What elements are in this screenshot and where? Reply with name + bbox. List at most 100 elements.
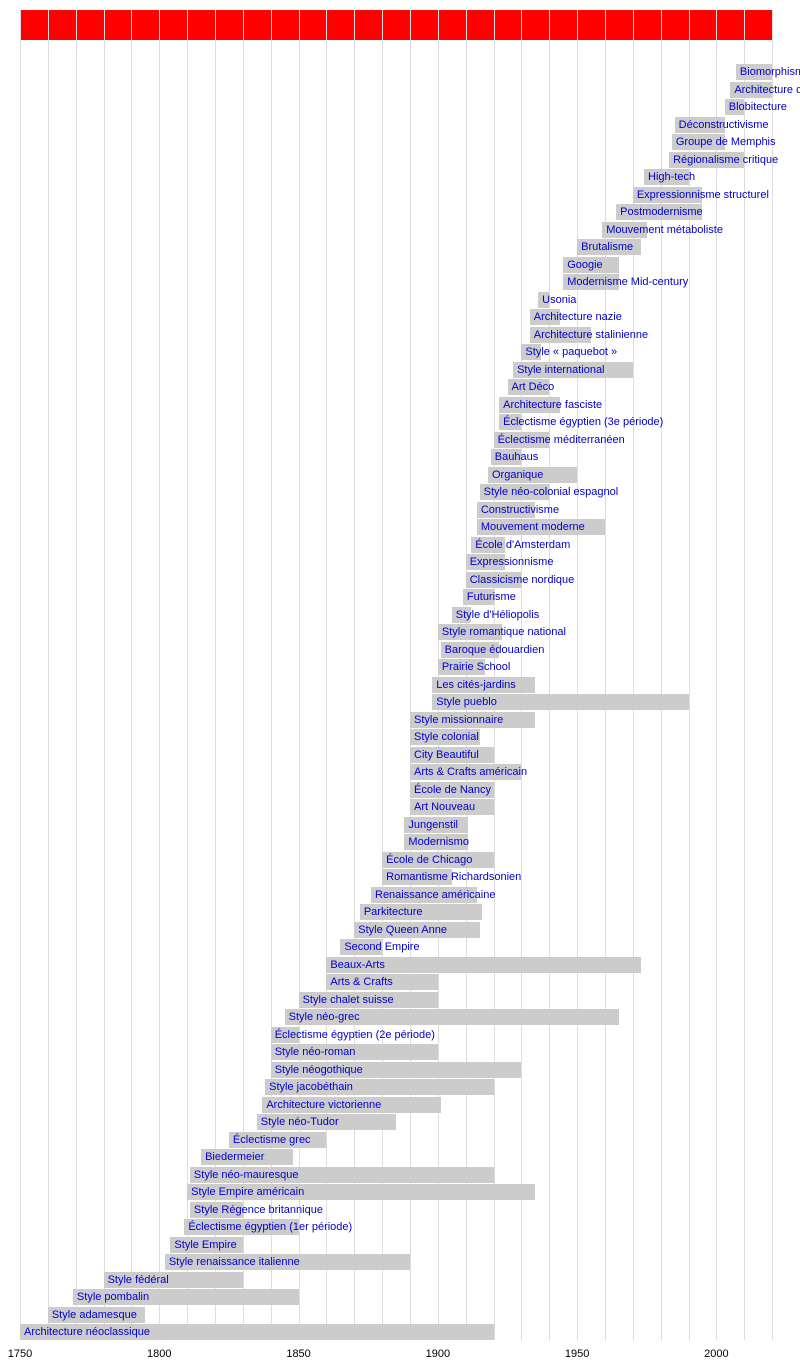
timeline-bar-label[interactable]: Régionalisme critique xyxy=(669,154,778,166)
timeline-bar-label[interactable]: Blobitecture xyxy=(725,101,787,113)
timeline-bar-label[interactable]: Futurisme xyxy=(463,591,516,603)
timeline-bar: Mouvement métaboliste xyxy=(602,222,647,238)
timeline-bar: Éclectisme égyptien (3e période) xyxy=(499,414,521,430)
timeline-bar-label[interactable]: Art Nouveau xyxy=(410,801,475,813)
timeline-bar-label[interactable]: Jungenstil xyxy=(404,819,458,831)
timeline-bar-label[interactable]: Biedermeier xyxy=(201,1151,264,1163)
timeline-bar-label[interactable]: Constructivisme xyxy=(477,504,559,516)
timeline-bar-label[interactable]: Éclectisme égyptien (2e période) xyxy=(271,1029,435,1041)
timeline-bar: Bauhaus xyxy=(491,449,522,465)
timeline-bar-label[interactable]: Style néo-grec xyxy=(285,1011,360,1023)
timeline-bar-label[interactable]: Groupe de Memphis xyxy=(672,136,776,148)
timeline-bar-label[interactable]: Arts & Crafts xyxy=(326,976,392,988)
timeline-bar: High-tech xyxy=(644,169,689,185)
timeline-bar-label[interactable]: Style renaissance italienne xyxy=(165,1256,300,1268)
gridline xyxy=(466,10,467,1340)
timeline-bar: Style Empire américain xyxy=(187,1184,535,1200)
timeline-bar-label[interactable]: École de Chicago xyxy=(382,854,472,866)
timeline-bar-label[interactable]: Art Déco xyxy=(508,381,555,393)
header-bar xyxy=(20,10,772,40)
timeline-bar-label[interactable]: Style pombalin xyxy=(73,1291,149,1303)
timeline-bar-label[interactable]: Style pueblo xyxy=(432,696,497,708)
timeline-bar-label[interactable]: Style international xyxy=(513,364,604,376)
timeline-bar: Style d'Héliopolis xyxy=(452,607,472,623)
timeline-bar-label[interactable]: Style colonial xyxy=(410,731,479,743)
gridline xyxy=(716,10,717,1340)
timeline-bar-label[interactable]: Classicisme nordique xyxy=(466,574,575,586)
timeline-bar-label[interactable]: Style néo-mauresque xyxy=(190,1169,299,1181)
timeline-bar-label[interactable]: Modernismo xyxy=(404,836,469,848)
timeline-bar: Brutalisme xyxy=(577,239,641,255)
timeline-bar: Style néo-roman xyxy=(271,1044,438,1060)
timeline-bar-label[interactable]: Style néo-colonial espagnol xyxy=(480,486,619,498)
timeline-bar-label[interactable]: Postmodernisme xyxy=(616,206,703,218)
gridline xyxy=(20,10,21,1340)
timeline-bar-label[interactable]: Beaux-Arts xyxy=(326,959,384,971)
timeline-bar: Postmodernisme xyxy=(616,204,702,220)
timeline-bar-label[interactable]: Style « paquebot » xyxy=(521,346,617,358)
timeline-bar: Style néogothique xyxy=(271,1062,522,1078)
timeline-bar-label[interactable]: Romantisme Richardsonien xyxy=(382,871,521,883)
timeline-bar-label[interactable]: Expressionnisme xyxy=(466,556,554,568)
timeline-bar-label[interactable]: Bauhaus xyxy=(491,451,538,463)
timeline-bar-label[interactable]: Brutalisme xyxy=(577,241,633,253)
timeline-bar-label[interactable]: Style néogothique xyxy=(271,1064,363,1076)
timeline-bar-label[interactable]: Style Empire xyxy=(170,1239,236,1251)
timeline-bar-label[interactable]: Éclectisme égyptien (3e période) xyxy=(499,416,663,428)
timeline-bar-label[interactable]: École de Nancy xyxy=(410,784,491,796)
timeline-bar-label[interactable]: Style Régence britannique xyxy=(190,1204,323,1216)
timeline-bar-label[interactable]: Second Empire xyxy=(340,941,419,953)
timeline-bar-label[interactable]: Style Empire américain xyxy=(187,1186,304,1198)
timeline-bar-label[interactable]: Mouvement moderne xyxy=(477,521,585,533)
gridline xyxy=(104,10,105,1340)
timeline-bar-label[interactable]: Style Queen Anne xyxy=(354,924,447,936)
timeline-bar: Architecture stalinienne xyxy=(530,327,591,343)
timeline-bar-label[interactable]: Mouvement métaboliste xyxy=(602,224,723,236)
timeline-bar-label[interactable]: Architecture fasciste xyxy=(499,399,602,411)
timeline-bar-label[interactable]: Architecture victorienne xyxy=(262,1099,381,1111)
timeline-bar-label[interactable]: Style jacobéthain xyxy=(265,1081,353,1093)
timeline-bar: Futurisme xyxy=(463,589,494,605)
timeline-bar-label[interactable]: Déconstructivisme xyxy=(675,119,769,131)
timeline-bar: Architecture néoclassique xyxy=(20,1324,494,1340)
timeline-bar-label[interactable]: Usonia xyxy=(538,294,576,306)
timeline-bar-label[interactable]: Arts & Crafts américain xyxy=(410,766,527,778)
timeline-bar-label[interactable]: Style fédéral xyxy=(104,1274,169,1286)
x-axis-tick-label: 1850 xyxy=(286,1348,310,1360)
timeline-bar-label[interactable]: Style néo-roman xyxy=(271,1046,356,1058)
timeline-bar-label[interactable]: Éclectisme méditerranéen xyxy=(494,434,625,446)
timeline-bar-label[interactable]: Architecture stalinienne xyxy=(530,329,648,341)
timeline-bar-label[interactable]: Style missionnaire xyxy=(410,714,503,726)
timeline-bar: Blobitecture xyxy=(725,99,745,115)
timeline-bar-label[interactable]: Parkitecture xyxy=(360,906,423,918)
timeline-bar-label[interactable]: Style adamesque xyxy=(48,1309,137,1321)
gridline xyxy=(48,10,49,1340)
x-axis-tick-label: 1800 xyxy=(147,1348,171,1360)
timeline-bar-label[interactable]: Baroque édouardien xyxy=(441,644,545,656)
timeline-bar-label[interactable]: Architecture nazie xyxy=(530,311,622,323)
timeline-bar-label[interactable]: Prairie School xyxy=(438,661,510,673)
timeline-bar: Architecture fasciste xyxy=(499,397,560,413)
gridline xyxy=(577,10,578,1340)
timeline-bar-label[interactable]: Googie xyxy=(563,259,602,271)
timeline-bar-label[interactable]: École d'Amsterdam xyxy=(471,539,570,551)
timeline-bar: Style néo-grec xyxy=(285,1009,619,1025)
timeline-bar-label[interactable]: Organique xyxy=(488,469,543,481)
timeline-bar-label[interactable]: Modernisme Mid-century xyxy=(563,276,688,288)
timeline-bar-label[interactable]: High-tech xyxy=(644,171,695,183)
timeline-bar-label[interactable]: Style chalet suisse xyxy=(299,994,394,1006)
timeline-bar: École d'Amsterdam xyxy=(471,537,504,553)
timeline-bar-label[interactable]: Expressionnisme structurel xyxy=(633,189,769,201)
timeline-bar-label[interactable]: Style d'Héliopolis xyxy=(452,609,539,621)
timeline-bar-label[interactable]: Éclectisme égyptien (1er période) xyxy=(184,1221,352,1233)
timeline-bar-label[interactable]: Renaissance américaine xyxy=(371,889,495,901)
timeline-bar-label[interactable]: Biomorphisme xyxy=(736,66,800,78)
timeline-bar-label[interactable]: Architecture néoclassique xyxy=(20,1326,150,1338)
timeline-bar-label[interactable]: City Beautiful xyxy=(410,749,479,761)
gridline xyxy=(76,10,77,1340)
timeline-bar-label[interactable]: Style néo-Tudor xyxy=(257,1116,339,1128)
timeline-bar-label[interactable]: Les cités-jardins xyxy=(432,679,515,691)
timeline-bar-label[interactable]: Style romantique national xyxy=(438,626,566,638)
timeline-bar-label[interactable]: Éclectisme grec xyxy=(229,1134,311,1146)
timeline-bar-label[interactable]: Architecture durable xyxy=(730,84,800,96)
